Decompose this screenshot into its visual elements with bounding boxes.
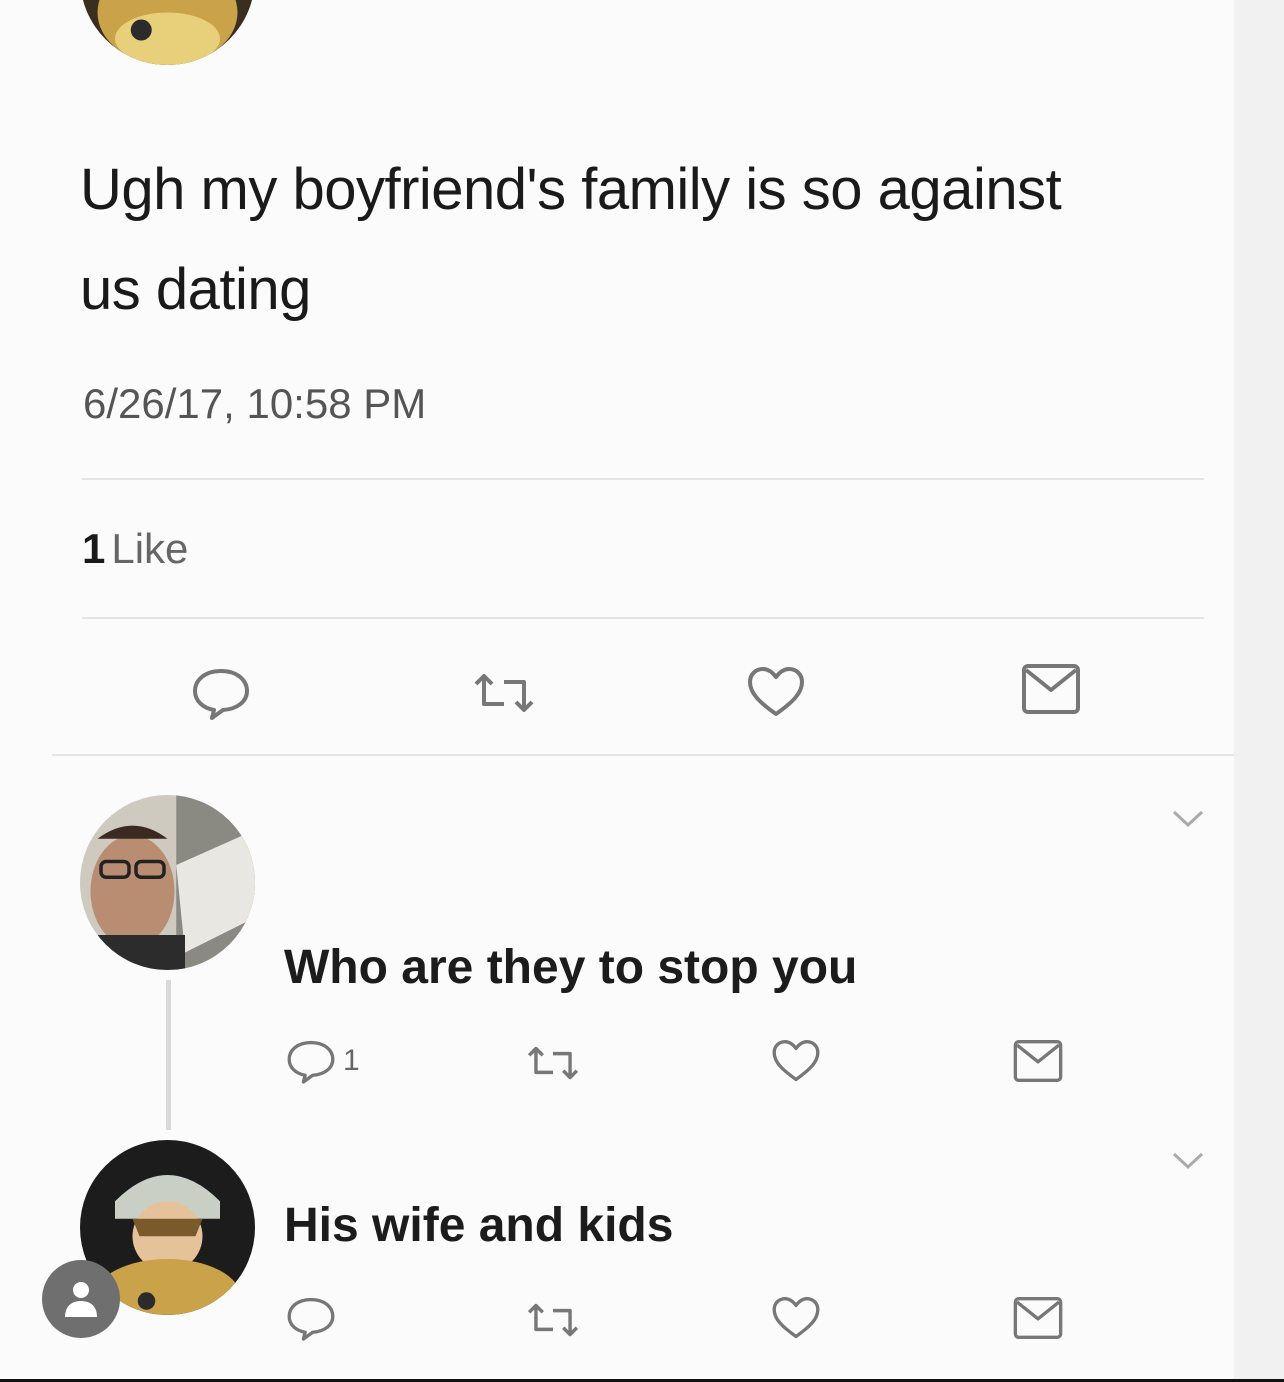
retweet-button[interactable] [524,1300,582,1340]
retweet-icon [527,1046,579,1080]
mail-icon [1013,1297,1063,1339]
reply-icon [287,1040,335,1084]
reply-count: 1 [343,1044,360,1077]
retweet-button[interactable] [524,1043,582,1083]
mail-icon [1013,1040,1063,1082]
tweet-text: Ugh my boyfriend's family is so against … [80,157,1062,322]
likes-label: Like [111,525,189,572]
like-button[interactable] [745,664,807,720]
retweet-button[interactable] [470,670,538,716]
reply-button[interactable] [190,665,252,721]
heart-icon [772,1040,820,1082]
likes-number: 1 [82,525,106,572]
thread-connector [166,980,171,1130]
heart-icon [748,667,804,716]
mail-icon [1022,664,1080,714]
heart-icon [772,1297,820,1339]
more-options-chevron[interactable] [1170,808,1206,835]
like-button[interactable] [770,1294,822,1342]
profile-button[interactable] [42,1260,120,1338]
dm-button[interactable] [1020,662,1082,716]
like-button[interactable] [770,1037,822,1085]
reply-button[interactable]: 1 [285,1037,360,1085]
chevron-down-icon [1172,810,1204,828]
retweet-icon [474,674,534,712]
reply-icon [193,669,249,720]
reply-button[interactable] [285,1294,337,1342]
divider [82,478,1204,480]
author-avatar[interactable] [80,0,255,65]
reply-icon [287,1297,335,1341]
dm-button[interactable] [1012,1038,1064,1084]
right-edge [1234,0,1284,1382]
reply-text: Who are they to stop you [284,941,858,994]
tweet-timestamp: 6/26/17, 10:58 PM [83,380,427,427]
retweet-icon [527,1303,579,1337]
chevron-down-icon [1172,1152,1204,1170]
divider [52,754,1234,756]
more-options-chevron[interactable] [1170,1150,1206,1177]
divider [82,617,1204,619]
person-icon [65,1282,97,1317]
likes-count[interactable]: 1 Like [82,525,188,573]
reply-text: His wife and kids [284,1199,674,1252]
reply-avatar[interactable] [80,795,255,970]
dm-button[interactable] [1012,1295,1064,1341]
